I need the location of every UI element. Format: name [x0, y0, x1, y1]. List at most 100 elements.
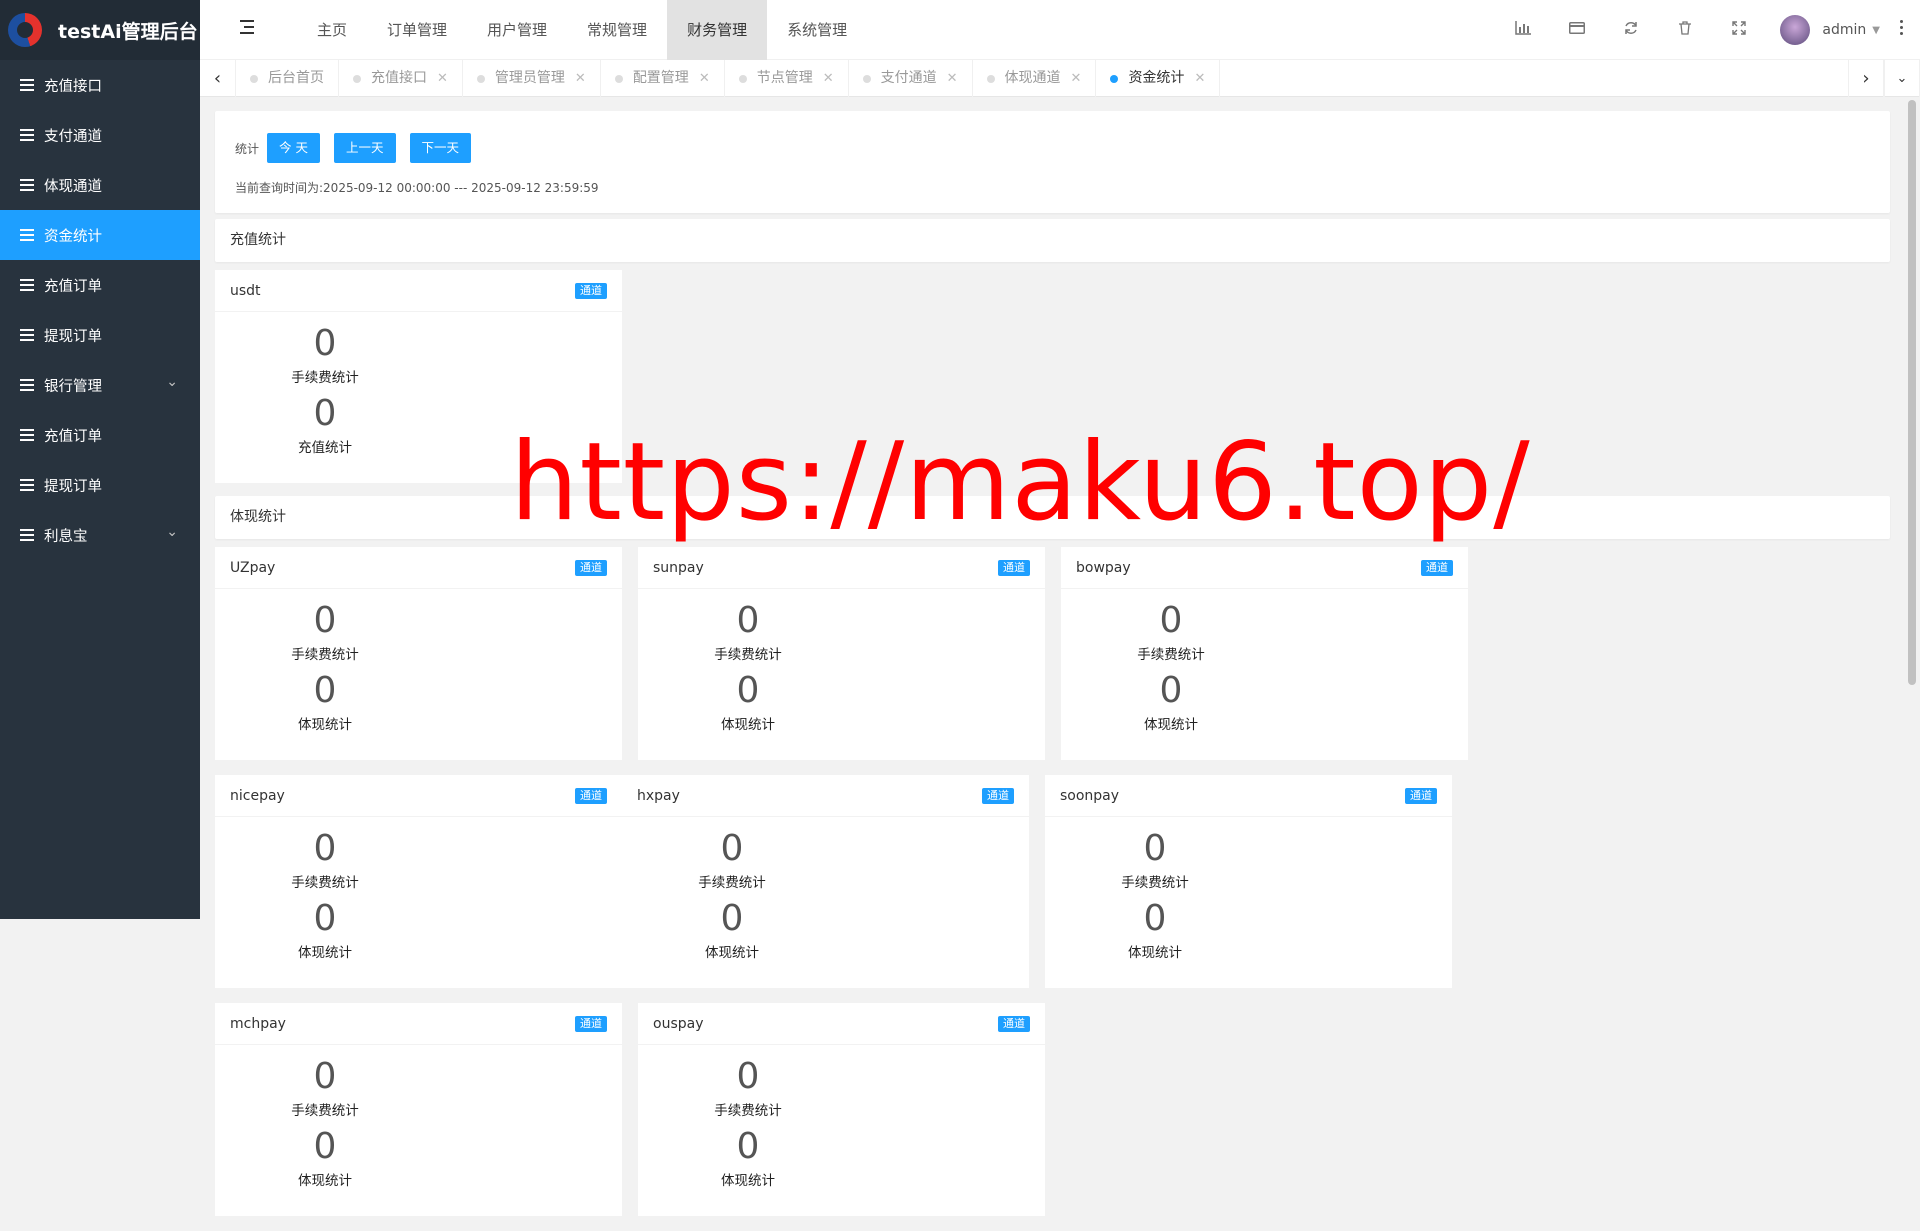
total-label: 体现统计 [721, 1173, 775, 1189]
channel-badge: 通道 [575, 1016, 607, 1032]
total-value: 0 [313, 393, 337, 434]
user-menu[interactable]: admin ▼ [1780, 15, 1880, 45]
trash-icon[interactable] [1658, 21, 1712, 39]
tab-pay-channel[interactable]: 支付通道 ✕ [849, 60, 973, 97]
previous-day-button[interactable]: 上一天 [334, 133, 396, 163]
tab-fund-stats[interactable]: 资金统计 ✕ [1096, 60, 1221, 97]
tab-node-management[interactable]: 节点管理 ✕ [725, 60, 849, 97]
list-icon [20, 379, 34, 391]
tab-dot [738, 74, 747, 83]
list-icon [20, 79, 34, 91]
total-label: 充值统计 [298, 440, 352, 456]
total-label: 体现统计 [1128, 945, 1182, 961]
tab-withdraw-channel[interactable]: 体现通道 ✕ [973, 60, 1097, 97]
refresh-icon[interactable] [1604, 21, 1658, 39]
sidebar-item-bank-management[interactable]: 银行管理 ⌄ [0, 360, 200, 410]
close-icon[interactable]: ✕ [1071, 60, 1082, 97]
fee-value: 0 [313, 1056, 337, 1097]
total-value: 0 [720, 898, 744, 939]
tab-recharge-api[interactable]: 充值接口 ✕ [339, 60, 463, 97]
scrollbar[interactable] [1908, 100, 1916, 685]
topnav-users[interactable]: 用户管理 [467, 0, 567, 60]
tab-dot [353, 74, 361, 83]
tab-admin-management[interactable]: 管理员管理 ✕ [463, 60, 601, 97]
sidebar-item-interest[interactable]: 利息宝 ⌄ [0, 510, 200, 560]
channel-name: mchpay [230, 1016, 286, 1032]
chevron-down-icon[interactable]: ⌄ [1884, 60, 1920, 97]
sidebar-item-label: 提现订单 [44, 328, 102, 345]
channel-badge: 通道 [1421, 560, 1453, 576]
chart-icon[interactable] [1496, 21, 1550, 39]
close-icon[interactable]: ✕ [823, 60, 834, 97]
topnav-finance[interactable]: 财务管理 [667, 0, 768, 60]
sidebar-item-recharge-orders[interactable]: 充值订单 [0, 260, 200, 310]
sidebar-item-pay-channel[interactable]: 支付通道 [0, 110, 200, 160]
list-icon [20, 429, 34, 441]
sidebar-item-label: 支付通道 [44, 128, 102, 145]
credit-card-icon[interactable] [1550, 22, 1604, 38]
close-icon[interactable]: ✕ [699, 60, 710, 97]
app-logo[interactable]: testAi管理后台 [0, 0, 200, 60]
channel-badge: 通道 [575, 283, 607, 299]
sidebar-item-withdraw-orders-2[interactable]: 提现订单 [0, 460, 200, 510]
channel-badge: 通道 [1405, 788, 1437, 804]
channel-name: UZpay [230, 560, 276, 576]
total-label: 体现统计 [298, 717, 352, 733]
tab-scroll-left-icon[interactable]: ‹ [200, 60, 236, 97]
logo-icon [8, 13, 42, 47]
fee-label: 手续费统计 [1121, 875, 1189, 891]
total-label: 体现统计 [298, 945, 352, 961]
close-icon[interactable]: ✕ [947, 60, 958, 97]
caret-down-icon: ▼ [1872, 24, 1880, 36]
sidebar-item-recharge-api[interactable]: 充值接口 [0, 60, 200, 110]
close-icon[interactable]: ✕ [437, 60, 448, 97]
fullscreen-icon[interactable] [1712, 21, 1766, 39]
list-icon [20, 329, 34, 341]
withdraw-grid: UZpay 通道 0 手续费统计 0 体现统计 sunpay 通道 0 手续费统计 0 体现统计… [215, 547, 1890, 1231]
tab-dot [986, 74, 995, 83]
tab-label: 管理员管理 [494, 70, 565, 86]
total-value: 0 [313, 898, 337, 939]
sidebar-item-label: 银行管理 [44, 378, 102, 395]
fee-label: 手续费统计 [714, 1103, 782, 1119]
tab-config-management[interactable]: 配置管理 ✕ [601, 60, 725, 97]
topnav-system[interactable]: 系统管理 [767, 0, 867, 60]
tab-label: 资金统计 [1128, 70, 1185, 86]
topnav-home[interactable]: 主页 [297, 0, 367, 60]
sidebar-item-label: 充值订单 [44, 278, 102, 295]
sidebar-item-withdraw-orders[interactable]: 提现订单 [0, 310, 200, 360]
list-icon [20, 479, 34, 491]
topnav-orders[interactable]: 订单管理 [367, 0, 467, 60]
channel-name: nicepay [230, 788, 285, 804]
fee-value: 0 [313, 828, 337, 869]
sidebar-item-withdraw-channel[interactable]: 体现通道 [0, 160, 200, 210]
tabs: 后台首页 充值接口 ✕ 管理员管理 ✕ 配置管理 ✕ 节点管理 ✕ 支付通道 ✕ 体现通道… [236, 60, 1221, 97]
total-label: 体现统计 [721, 717, 775, 733]
today-button[interactable]: 今 天 [267, 133, 320, 163]
menu-fold-icon[interactable] [240, 20, 256, 36]
topnav-general[interactable]: 常规管理 [567, 0, 667, 60]
channel-name: ouspay [653, 1016, 704, 1032]
close-icon[interactable]: ✕ [1194, 60, 1205, 97]
fee-value: 0 [1143, 828, 1167, 869]
tab-dot [476, 74, 485, 83]
channel-card: ouspay 通道 0 手续费统计 0 体现统计 [638, 1003, 1045, 1216]
channel-name: sunpay [653, 560, 704, 576]
tab-dot [862, 74, 871, 83]
sidebar-item-fund-stats[interactable]: 资金统计 [0, 210, 200, 260]
channel-name: soonpay [1060, 788, 1120, 804]
tab-label: 体现通道 [1004, 70, 1061, 86]
user-name: admin [1822, 22, 1867, 38]
sidebar-item-recharge-orders-2[interactable]: 充值订单 [0, 410, 200, 460]
total-label: 体现统计 [1144, 717, 1198, 733]
tab-scroll-right-icon[interactable]: › [1848, 60, 1884, 97]
fee-value: 0 [1159, 600, 1183, 641]
more-vertical-icon[interactable] [1900, 20, 1904, 38]
next-day-button[interactable]: 下一天 [409, 133, 472, 163]
tab-dashboard[interactable]: 后台首页 [236, 60, 339, 97]
tab-label: 节点管理 [756, 70, 813, 86]
chevron-down-icon: ⌄ [166, 524, 178, 540]
close-icon[interactable]: ✕ [575, 60, 586, 97]
tab-bar: ‹ 后台首页 充值接口 ✕ 管理员管理 ✕ 配置管理 ✕ 节点管理 ✕ 支付通道 ✕ 体现… [200, 60, 1920, 97]
app-title: testAi管理后台 [58, 20, 198, 43]
